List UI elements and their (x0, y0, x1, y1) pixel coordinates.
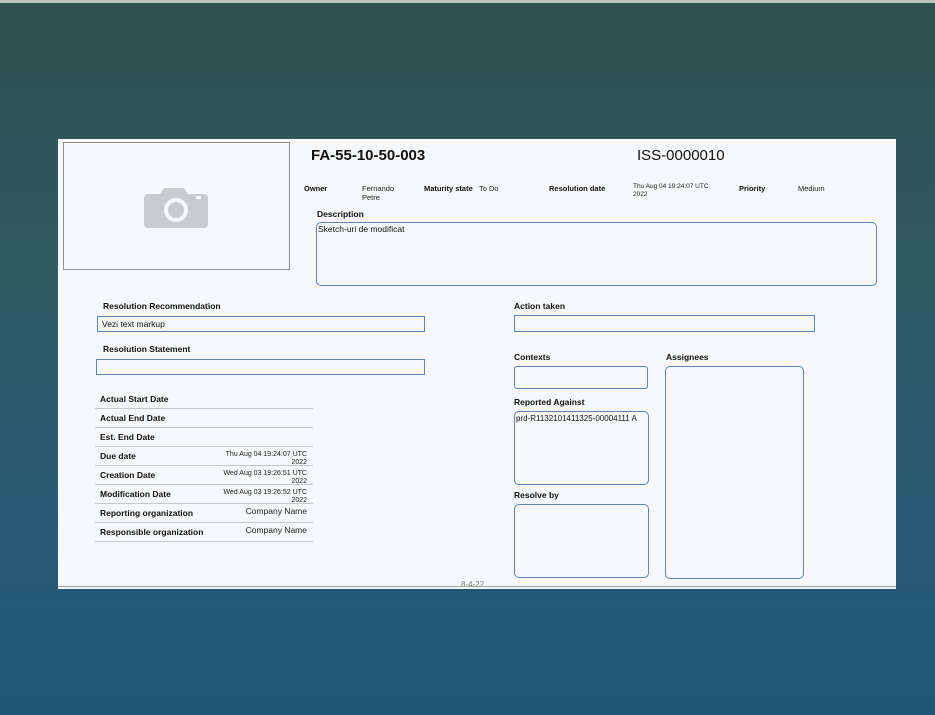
action-taken-label: Action taken (514, 301, 566, 311)
table-row: Creation Date Wed Aug 03 19:26:51 UTC 202… (95, 466, 313, 485)
resolution-date-value: Thu Aug 04 19:24:07 UTC 2022 (633, 183, 709, 198)
item-id-title: FA-55-10-50-003 (311, 147, 426, 164)
owner-label: Owner (304, 184, 328, 193)
contexts-label: Contexts (514, 352, 551, 362)
table-row: Responsible organization Company Name (95, 523, 313, 542)
resolve-by-text (515, 505, 648, 509)
page-footer-date: 8-4-22 (461, 580, 485, 589)
description-text: Sketch-uri de modificat (318, 224, 405, 234)
contexts-text (515, 367, 647, 371)
table-row: Due date Thu Aug 04 19:24:07 UTC 2022 (95, 447, 313, 466)
assignees-label: Assignees (666, 352, 709, 362)
document-page: FA-55-10-50-003 ISS-0000010 Owner Fernan… (58, 139, 896, 589)
table-row: Actual End Date (95, 409, 313, 428)
issue-id-title: ISS-0000010 (637, 147, 725, 164)
resolution-statement-field[interactable] (96, 359, 425, 375)
resolve-by-label: Resolve by (514, 490, 559, 500)
reported-against-text: prd-R1132101411325-00004111 A (516, 414, 637, 423)
action-taken-text (515, 316, 814, 320)
assignees-field[interactable] (665, 366, 804, 579)
resolution-statement-label: Resolution Statement (103, 344, 191, 354)
description-field[interactable]: Sketch-uri de modificat (316, 222, 877, 286)
maturity-state-value: To Do (479, 184, 499, 193)
photo-placeholder (63, 142, 290, 270)
resolution-statement-text (97, 360, 424, 364)
resolution-recommendation-label: Resolution Recommendation (103, 301, 221, 311)
reported-against-label: Reported Against (514, 397, 585, 407)
contexts-field[interactable] (514, 366, 648, 389)
page-bottom-rule (58, 586, 896, 587)
table-row: Reporting organization Company Name (95, 504, 313, 523)
table-row: Est. End Date (95, 428, 313, 447)
resolution-date-label: Resolution date (549, 184, 606, 193)
table-row: Modification Date Wed Aug 03 19:26:52 UT… (95, 485, 313, 504)
table-row: Actual Start Date (95, 390, 313, 409)
resolve-by-field[interactable] (514, 504, 649, 578)
resolution-recommendation-text: Vezi text markup (102, 319, 165, 329)
description-label: Description (317, 209, 364, 219)
action-taken-field[interactable] (514, 315, 815, 332)
camera-icon (143, 188, 208, 228)
owner-value: Fernando Petre (362, 184, 395, 202)
assignees-text (666, 367, 803, 371)
window-top-edge (0, 0, 935, 3)
maturity-state-label: Maturity state (424, 184, 473, 193)
reported-against-field[interactable]: prd-R1132101411325-00004111 A (514, 411, 649, 485)
priority-value: Medium (798, 184, 825, 193)
resolution-recommendation-field[interactable]: Vezi text markup (97, 316, 425, 332)
priority-label: Priority (739, 184, 766, 193)
